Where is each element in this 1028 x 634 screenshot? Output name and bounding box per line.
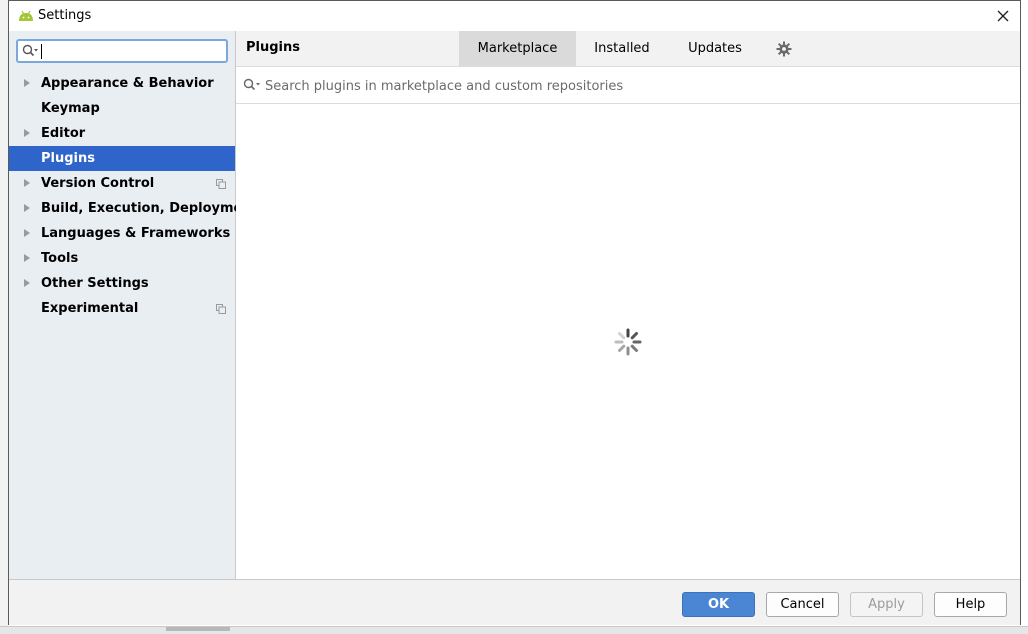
sidebar-item-appearance-behavior[interactable]: Appearance & Behavior	[9, 71, 235, 96]
search-icon	[243, 78, 260, 91]
sidebar-item-other-settings[interactable]: Other Settings	[9, 271, 235, 296]
ok-button[interactable]: OK	[682, 592, 755, 617]
sidebar-item-plugins[interactable]: Plugins	[9, 146, 235, 171]
sidebar-item-label: Keymap	[41, 101, 100, 116]
settings-sidebar: Appearance & Behavior Keymap Editor Plugins…	[9, 31, 258, 579]
page-title: Plugins	[246, 40, 300, 55]
sidebar-item-keymap[interactable]: Keymap	[9, 96, 235, 121]
apply-button[interactable]: Apply	[850, 592, 923, 617]
title-bar[interactable]: Settings	[9, 1, 1020, 31]
tab-updates[interactable]: Updates	[668, 31, 762, 66]
cancel-button[interactable]: Cancel	[766, 592, 839, 617]
sidebar-item-languages-frameworks[interactable]: Languages & Frameworks	[9, 221, 235, 246]
sidebar-item-label: Languages & Frameworks	[41, 226, 231, 241]
search-icon	[22, 44, 38, 57]
help-button[interactable]: Help	[934, 592, 1007, 617]
chevron-right-icon[interactable]	[24, 279, 30, 287]
chevron-right-icon[interactable]	[24, 254, 30, 262]
sidebar-item-label: Editor	[41, 126, 86, 141]
sidebar-item-label: Other Settings	[41, 276, 149, 291]
settings-dialog: Settings Appearance & Behavior Keymap Edit…	[8, 0, 1021, 625]
sidebar-item-label: Experimental	[41, 301, 139, 316]
chevron-right-icon[interactable]	[24, 229, 30, 237]
window-title: Settings	[38, 8, 92, 23]
chevron-right-icon[interactable]	[24, 129, 30, 137]
sidebar-item-label: Build, Execution, Deployment	[41, 201, 258, 216]
plugins-header: Plugins Marketplace Installed Updates	[236, 31, 1020, 67]
settings-search-box[interactable]	[16, 39, 228, 63]
spinner-icon	[614, 328, 642, 356]
chevron-right-icon[interactable]	[24, 79, 30, 87]
android-icon	[19, 10, 33, 21]
plugin-search-bar[interactable]	[236, 67, 1020, 104]
sidebar-item-label: Plugins	[41, 151, 95, 166]
tab-installed[interactable]: Installed	[576, 31, 668, 66]
tab-marketplace[interactable]: Marketplace	[459, 31, 576, 66]
plugins-panel: Plugins Marketplace Installed Updates	[236, 31, 1020, 579]
sidebar-item-editor[interactable]: Editor	[9, 121, 235, 146]
plugin-search-input[interactable]	[263, 75, 1007, 97]
close-button[interactable]	[992, 5, 1014, 27]
chevron-right-icon[interactable]	[24, 179, 30, 187]
text-caret	[41, 44, 42, 59]
sidebar-item-label: Tools	[41, 251, 79, 266]
sidebar-item-tools[interactable]: Tools	[9, 246, 235, 271]
settings-search-input[interactable]	[44, 41, 228, 63]
sidebar-item-experimental[interactable]: Experimental	[9, 296, 235, 321]
project-level-icon	[216, 304, 226, 314]
background-ide-strip	[0, 0, 8, 633]
settings-tree: Appearance & Behavior Keymap Editor Plugins…	[9, 71, 258, 321]
project-level-icon	[216, 179, 226, 189]
close-icon	[997, 10, 1009, 22]
dialog-footer: OK Cancel Apply Help	[9, 579, 1020, 625]
chevron-right-icon[interactable]	[24, 204, 30, 212]
sidebar-item-label: Version Control	[41, 176, 155, 191]
sidebar-item-label: Appearance & Behavior	[41, 76, 214, 91]
sidebar-item-version-control[interactable]: Version Control	[9, 171, 235, 196]
sidebar-item-build-execution-deployment[interactable]: Build, Execution, Deployment	[9, 196, 258, 221]
gear-icon[interactable]	[776, 41, 792, 57]
